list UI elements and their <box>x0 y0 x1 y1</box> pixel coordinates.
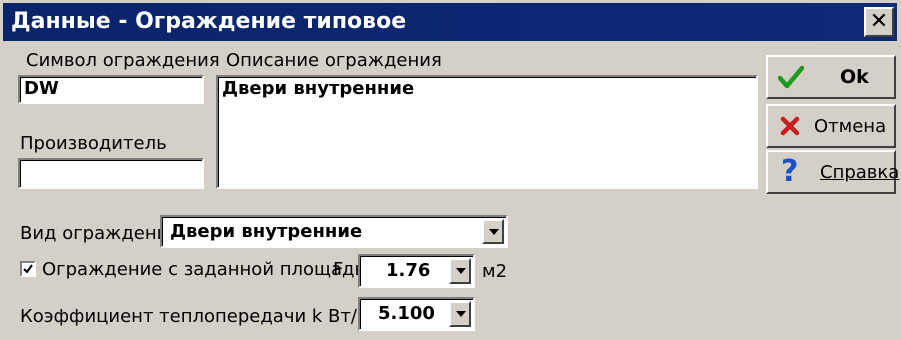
close-icon: ✕ <box>869 9 889 34</box>
area-input[interactable]: 1.76 <box>358 254 475 288</box>
area-unit: м2 <box>482 261 508 282</box>
manufacturer-label: Производитель <box>20 133 167 154</box>
description-label: Описание ограждения <box>226 50 442 71</box>
area-symbol: F <box>333 259 344 280</box>
help-button[interactable]: ? Справка <box>766 150 900 194</box>
close-button[interactable]: ✕ <box>864 7 894 37</box>
coef-value: 5.100 <box>378 303 435 324</box>
type-value: Двери внутренние <box>170 221 363 242</box>
symbol-value: DW <box>24 78 59 99</box>
manufacturer-input[interactable] <box>18 158 204 189</box>
area-checkbox[interactable] <box>20 261 36 277</box>
type-dropdown-button[interactable] <box>482 219 504 244</box>
coef-input[interactable]: 5.100 <box>358 297 475 331</box>
check-icon <box>778 65 804 89</box>
coef-label: Коэффициент теплопередачи k Вт/м2*К <box>20 306 404 327</box>
area-checkbox-label: Ограждение с заданной площадью <box>42 259 381 280</box>
area-dropdown-button[interactable] <box>449 258 471 284</box>
checkmark-icon <box>23 264 33 274</box>
ok-label: Ok <box>840 66 869 88</box>
window-title: Данные - Ограждение типовое <box>11 9 407 34</box>
help-label: Справка <box>820 162 900 183</box>
dialog-window: Данные - Ограждение типовое ✕ Символ огр… <box>0 0 901 340</box>
cancel-label: Отмена <box>814 116 887 137</box>
symbol-input[interactable]: DW <box>18 75 204 104</box>
description-value: Двери внутренние <box>222 78 415 99</box>
ok-button[interactable]: Ok <box>766 55 896 99</box>
title-bar[interactable]: Данные - Ограждение типовое ✕ <box>3 3 897 41</box>
chevron-down-icon <box>489 229 499 235</box>
symbol-label: Символ ограждения <box>26 50 220 71</box>
chevron-down-icon <box>456 268 466 274</box>
type-select[interactable]: Двери внутренние <box>160 215 508 248</box>
description-textarea[interactable]: Двери внутренние <box>216 75 758 189</box>
type-label: Вид ограждения <box>20 223 180 244</box>
question-icon: ? <box>781 154 799 189</box>
cancel-button[interactable]: Отмена <box>766 104 896 148</box>
x-icon <box>780 116 800 136</box>
chevron-down-icon <box>456 311 466 317</box>
area-value: 1.76 <box>386 260 431 281</box>
coef-dropdown-button[interactable] <box>449 301 471 327</box>
